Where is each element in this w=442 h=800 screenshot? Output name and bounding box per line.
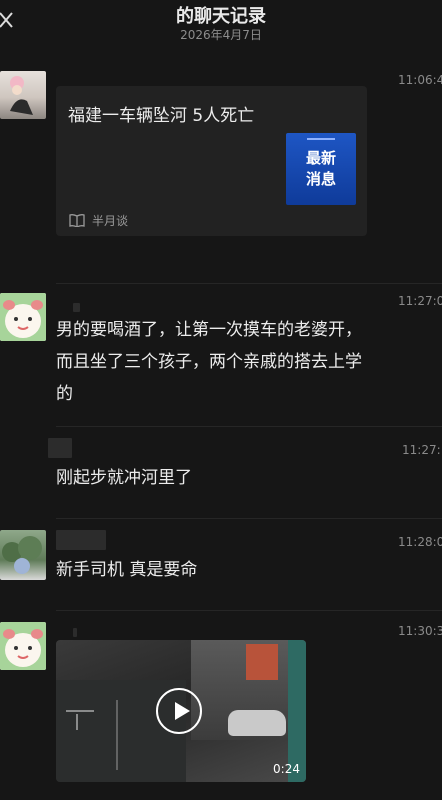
message-item: 11:27: 刚起步就冲河里了 (0, 426, 442, 516)
message-time: 11:27: (402, 443, 441, 457)
video-message[interactable]: 0:24 (56, 640, 306, 782)
message-item: 11:06:4 福建一车辆坠河 5人死亡 最新 消息 半月谈 (0, 66, 442, 266)
sender-name-redacted (73, 628, 77, 637)
thumbnail-text-1: 最新 (305, 149, 336, 167)
chat-history-header: 的聊天记录 2026年4月7日 (0, 0, 442, 50)
message-text-line: 而且坐了三个孩子，两个亲戚的搭去上学 (56, 352, 362, 372)
page-title: 的聊天记录 (176, 6, 266, 27)
avatar[interactable] (0, 622, 46, 670)
divider (56, 426, 442, 427)
message-item: 11:28:0 新手司机 真是要命 (0, 518, 442, 608)
message-text-line: 男的要喝酒了，让第一次摸车的老婆开， (56, 320, 362, 340)
article-source: 半月谈 (92, 214, 129, 228)
sender-name-redacted (73, 303, 80, 312)
message-item: 11:30:3 0:24 (0, 610, 442, 800)
divider (56, 610, 442, 611)
article-title: 福建一车辆坠河 5人死亡 (68, 106, 255, 126)
thumbnail-text-2: 消息 (305, 170, 336, 188)
divider (56, 518, 442, 519)
message-time: 11:30:3 (398, 624, 442, 638)
avatar[interactable] (0, 71, 46, 119)
avatar[interactable] (0, 293, 46, 341)
avatar[interactable] (0, 530, 46, 580)
play-icon[interactable] (156, 688, 202, 734)
message-time: 11:28:0 (398, 535, 442, 549)
message-item: 11:27:0 男的要喝酒了，让第一次摸车的老婆开， 而且坐了三个孩子，两个亲戚… (0, 283, 442, 433)
video-duration: 0:24 (273, 762, 300, 776)
article-card[interactable]: 福建一车辆坠河 5人死亡 最新 消息 半月谈 (56, 86, 367, 236)
thumbnail-logo (307, 138, 335, 140)
message-text-line: 的 (56, 384, 73, 404)
message-time: 11:27:0 (398, 294, 442, 308)
divider (56, 283, 442, 284)
sender-name-redacted (56, 530, 106, 550)
sender-name-redacted (48, 438, 72, 458)
car-image (228, 710, 286, 736)
message-text: 刚起步就冲河里了 (56, 468, 192, 488)
article-thumbnail: 最新 消息 (286, 133, 356, 205)
message-time: 11:06:4 (398, 73, 442, 87)
chat-date: 2026年4月7日 (180, 28, 262, 42)
message-text: 新手司机 真是要命 (56, 560, 198, 580)
